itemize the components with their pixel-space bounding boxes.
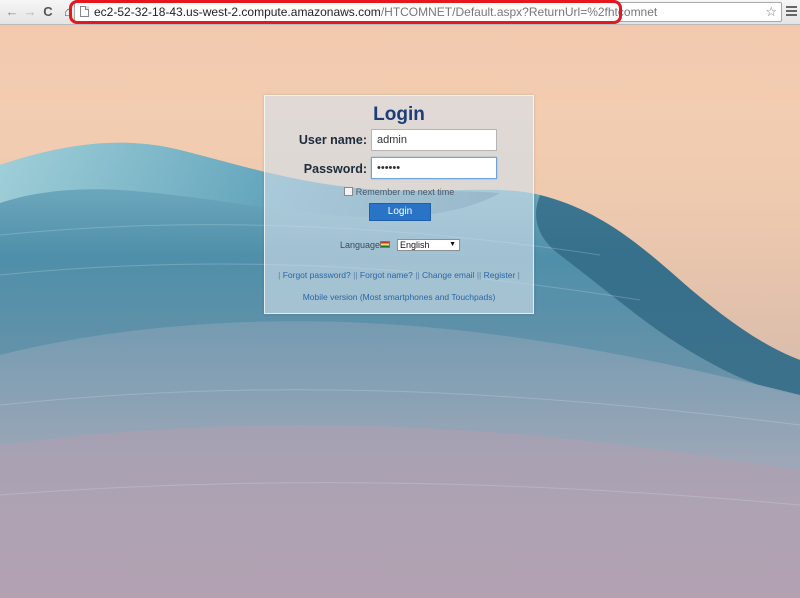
url-path: /HTCOMNET/Default.aspx?ReturnUrl=%2fhtco… (380, 5, 658, 19)
language-label: Language (340, 240, 381, 250)
username-label: User name: (298, 133, 367, 147)
forgot-name-link[interactable]: Forgot name? (360, 270, 413, 280)
link-separator: | (517, 270, 520, 280)
bookmark-star-icon[interactable]: ☆ (765, 4, 777, 20)
link-separator: | (278, 270, 281, 280)
browser-toolbar: ← → C ⌂ ec2-52-32-18-43.us-west-2.comput… (0, 0, 800, 25)
change-email-link[interactable]: Change email (422, 270, 474, 280)
login-title: Login (373, 104, 425, 125)
register-link[interactable]: Register (484, 270, 516, 280)
back-arrow-icon[interactable]: ← (4, 4, 20, 20)
flag-icon (380, 241, 390, 248)
forward-arrow-icon[interactable]: → (22, 4, 38, 20)
link-separator: || (476, 270, 482, 280)
login-panel: Login User name: Password: Remember me n… (264, 95, 534, 314)
remember-me-checkbox[interactable] (343, 187, 353, 196)
link-separator: || (415, 270, 420, 280)
password-label: Password: (303, 162, 367, 176)
mobile-version-link[interactable]: Mobile version (Most smartphones and Tou… (265, 292, 533, 302)
address-bar[interactable]: ec2-52-32-18-43.us-west-2.compute.amazon… (74, 2, 782, 22)
link-separator: || (353, 270, 358, 280)
password-input[interactable] (371, 157, 497, 179)
account-links: | Forgot password? || Forgot name? || Ch… (265, 270, 533, 280)
username-input[interactable] (371, 129, 497, 151)
remember-me-row: Remember me next time (265, 187, 533, 197)
url-host: ec2-52-32-18-43.us-west-2.compute.amazon… (94, 5, 381, 19)
language-value: English (400, 240, 430, 250)
url-text[interactable]: ec2-52-32-18-43.us-west-2.compute.amazon… (94, 5, 657, 20)
remember-me-label: Remember me next time (355, 187, 455, 197)
page-icon (80, 6, 89, 17)
login-button[interactable]: Login (369, 203, 431, 221)
menu-icon[interactable] (786, 6, 797, 18)
reload-icon[interactable]: C (40, 4, 56, 20)
forgot-password-link[interactable]: Forgot password? (283, 270, 351, 280)
language-select[interactable]: English ▼ (397, 239, 460, 251)
chevron-down-icon: ▼ (449, 241, 456, 248)
